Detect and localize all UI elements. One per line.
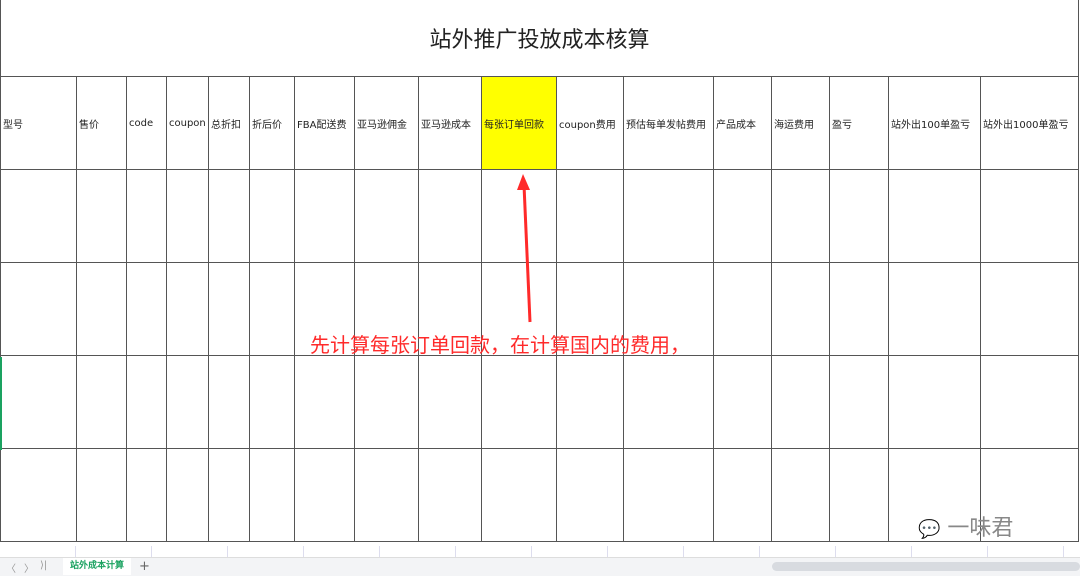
watermark-text: 一味君 [947,516,1014,541]
arrow-annotation [517,174,532,323]
next-sheet-button[interactable]: 〉 [24,560,34,575]
annotation-text: 先计算每张订单回款，在计算国内的费用， [310,333,690,357]
horizontal-scrollbar[interactable] [772,562,1080,571]
sheet-tab-bar: 〈 〉 ⟩| 站外成本计算 + [0,557,1080,576]
watermark: 💬 一味君 [918,510,1013,542]
last-sheet-button[interactable]: ⟩| [40,560,47,571]
tab-sheet-active[interactable]: 站外成本计算 [63,558,131,575]
prev-sheet-button[interactable]: 〈 [6,560,16,575]
add-sheet-button[interactable]: + [139,559,150,574]
wechat-icon: 💬 [918,519,941,540]
